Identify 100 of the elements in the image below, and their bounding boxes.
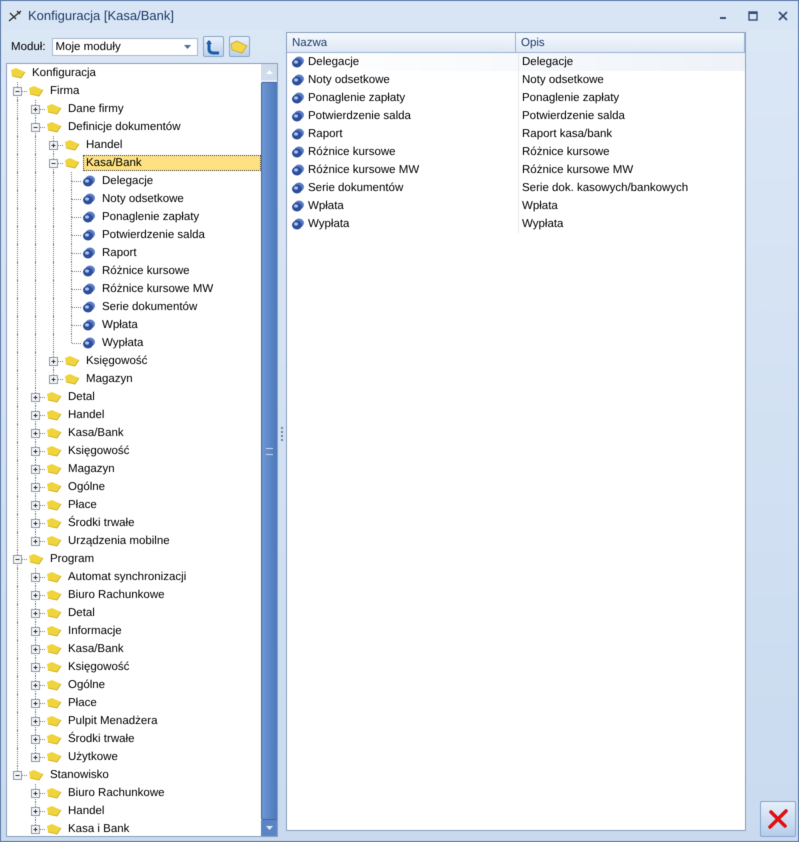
tree-item[interactable]: Księgowość (83, 353, 150, 369)
tree-item[interactable]: Urządzenia mobilne (65, 533, 173, 549)
list-row[interactable]: Serie dokumentów Serie dok. kasowych/bankowych (287, 179, 745, 197)
collapse-icon[interactable] (13, 555, 22, 564)
expand-icon[interactable] (31, 825, 40, 834)
tree-item[interactable]: Handel (83, 137, 126, 153)
tree-item[interactable]: Kasa/Bank (65, 641, 127, 657)
collapse-icon[interactable] (13, 771, 22, 780)
tree-item[interactable]: Księgowość (65, 659, 132, 675)
tree-item[interactable]: Konfiguracja (29, 65, 99, 81)
refresh-button[interactable] (202, 36, 224, 57)
tree-item[interactable]: Wpłata (99, 317, 141, 333)
expand-icon[interactable] (31, 645, 40, 654)
tree-item[interactable]: Środki trwałe (65, 731, 138, 747)
list-row[interactable]: Różnice kursowe MW Różnice kursowe MW (287, 161, 745, 179)
tree-item[interactable]: Raport (99, 245, 140, 261)
document-stack-icon (291, 56, 305, 68)
expand-icon[interactable] (49, 141, 58, 150)
expand-icon[interactable] (31, 609, 40, 618)
tree-item[interactable]: Ogólne (65, 677, 108, 693)
expand-icon[interactable] (31, 465, 40, 474)
collapse-icon[interactable] (49, 159, 58, 168)
expand-icon[interactable] (31, 789, 40, 798)
list-row[interactable]: Różnice kursowe Różnice kursowe (287, 143, 745, 161)
tree-item[interactable]: Pulpit Menadżera (65, 713, 160, 729)
expand-icon[interactable] (31, 591, 40, 600)
tree-item[interactable]: Ogólne (65, 479, 108, 495)
collapse-icon[interactable] (31, 123, 40, 132)
tree-item[interactable]: Definicje dokumentów (65, 119, 184, 135)
tree-item[interactable]: Dane firmy (65, 101, 127, 117)
tree-item[interactable]: Środki trwałe (65, 515, 138, 531)
tree-item[interactable]: Handel (65, 803, 108, 819)
tree-item[interactable]: Płace (65, 695, 100, 711)
folder-icon (46, 427, 62, 439)
expand-icon[interactable] (31, 753, 40, 762)
tree-item[interactable]: Księgowość (65, 443, 132, 459)
expand-icon[interactable] (31, 735, 40, 744)
tree-item[interactable]: Różnice kursowe (99, 263, 193, 279)
list-row[interactable]: Wypłata Wypłata (287, 215, 745, 233)
list-row[interactable]: Noty odsetkowe Noty odsetkowe (287, 71, 745, 89)
window-title: Konfiguracja [Kasa/Bank] (28, 8, 174, 23)
tree-item[interactable]: Potwierdzenie salda (99, 227, 208, 243)
column-header[interactable]: Nazwa (287, 33, 516, 52)
tree-item[interactable]: Noty odsetkowe (99, 191, 187, 207)
tree-item[interactable]: Biuro Rachunkowe (65, 785, 168, 801)
expand-icon[interactable] (31, 105, 40, 114)
expand-icon[interactable] (49, 357, 58, 366)
expand-icon[interactable] (31, 807, 40, 816)
tree-item[interactable]: Informacje (65, 623, 125, 639)
expand-icon[interactable] (31, 627, 40, 636)
expand-icon[interactable] (31, 717, 40, 726)
list-row[interactable]: Wpłata Wpłata (287, 197, 745, 215)
expand-icon[interactable] (31, 483, 40, 492)
module-dropdown[interactable]: Moje moduły (52, 38, 198, 56)
tree-item[interactable]: Magazyn (83, 371, 136, 387)
name-cell: Noty odsetkowe (308, 74, 390, 86)
tree-item[interactable]: Płace (65, 497, 100, 513)
tree-item[interactable]: Kasa/Bank (65, 425, 127, 441)
tree-item[interactable]: Delegacje (99, 173, 156, 189)
column-header[interactable]: Opis (516, 33, 745, 52)
expand-icon[interactable] (31, 519, 40, 528)
scroll-down-icon[interactable] (261, 820, 277, 836)
list-row[interactable]: Raport Raport kasa/bank (287, 125, 745, 143)
close-icon[interactable] (778, 10, 788, 20)
expand-icon[interactable] (31, 501, 40, 510)
tree-item[interactable]: Ponaglenie zapłaty (99, 209, 202, 225)
list-row[interactable]: Ponaglenie zapłaty Ponaglenie zapłaty (287, 89, 745, 107)
splitter-grip-icon[interactable] (280, 426, 284, 440)
tree-item[interactable]: Handel (65, 407, 108, 423)
list-row[interactable]: Potwierdzenie salda Potwierdzenie salda (287, 107, 745, 125)
description-cell: Wypłata (518, 215, 564, 233)
expand-icon[interactable] (31, 663, 40, 672)
close-button[interactable] (760, 801, 796, 837)
expand-icon[interactable] (31, 411, 40, 420)
collapse-icon[interactable] (13, 87, 22, 96)
tree-item[interactable]: Biuro Rachunkowe (65, 587, 168, 603)
tree-item[interactable]: Program (47, 551, 98, 567)
tree-item[interactable]: Wypłata (99, 335, 146, 351)
folder-icon (46, 391, 62, 403)
tree-item[interactable]: Kasa/Bank (83, 155, 261, 171)
tree-item[interactable]: Użytkowe (65, 749, 121, 765)
expand-icon[interactable] (31, 699, 40, 708)
tree-item[interactable]: Serie dokumentów (99, 299, 200, 315)
expand-icon[interactable] (31, 537, 40, 546)
tree-item[interactable]: Detal (65, 389, 98, 405)
expand-icon[interactable] (49, 375, 58, 384)
maximize-icon[interactable] (748, 10, 758, 20)
tree-item[interactable]: Automat synchronizacji (65, 569, 190, 585)
expand-icon[interactable] (31, 447, 40, 456)
tree-item[interactable]: Magazyn (65, 461, 118, 477)
expand-icon[interactable] (31, 681, 40, 690)
tree-item[interactable]: Kasa i Bank (65, 821, 132, 836)
tree-item[interactable]: Stanowisko (47, 767, 112, 783)
tree-item[interactable]: Firma (47, 83, 82, 99)
expand-icon[interactable] (31, 393, 40, 402)
document-stack-icon (291, 92, 305, 104)
tree-item[interactable]: Różnice kursowe MW (99, 281, 216, 297)
expand-icon[interactable] (31, 429, 40, 438)
expand-icon[interactable] (31, 573, 40, 582)
tree-item[interactable]: Detal (65, 605, 98, 621)
